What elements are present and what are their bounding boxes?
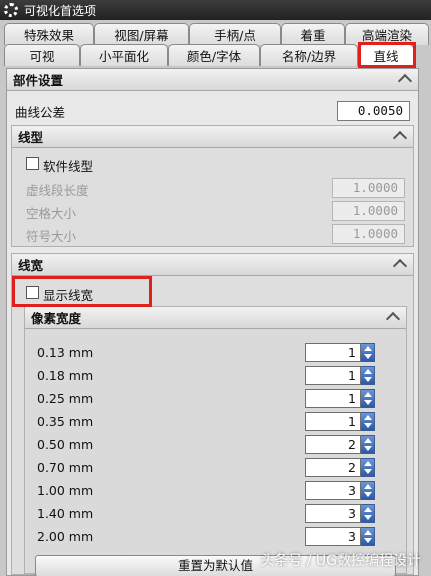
spinner-value[interactable]: 2 <box>305 435 361 454</box>
collapse-chevron-icon[interactable] <box>386 310 400 324</box>
tab-emphasis[interactable]: 着重 <box>281 23 345 45</box>
spinner-value[interactable]: 2 <box>305 458 361 477</box>
width-row-spinner[interactable]: 3 <box>305 504 375 523</box>
curve-tolerance-label: 曲线公差 <box>15 105 66 120</box>
spinner-value[interactable]: 3 <box>305 504 361 523</box>
up-down-arrow-icon[interactable] <box>361 389 375 408</box>
show-line-width-label: 显示线宽 <box>43 288 94 303</box>
software-linetype-checkbox[interactable] <box>26 157 39 170</box>
width-row-label: 0.25 mm <box>37 391 94 406</box>
tab-handles-points[interactable]: 手柄/点 <box>189 23 281 45</box>
symbol-size-field[interactable]: 1.0000 <box>332 224 405 244</box>
up-down-arrow-icon[interactable] <box>361 527 375 546</box>
tab-lines[interactable]: 直线 <box>358 44 414 66</box>
show-line-width-checkbox[interactable] <box>26 286 39 299</box>
line-type-header[interactable]: 线型 <box>12 126 413 148</box>
tab-faceting[interactable]: 小平面化 <box>80 44 168 66</box>
tab-names-borders[interactable]: 名称/边界 <box>260 44 358 66</box>
width-row-spinner[interactable]: 1 <box>305 343 375 362</box>
width-row-spinner[interactable]: 1 <box>305 389 375 408</box>
width-row-spinner[interactable]: 2 <box>305 435 375 454</box>
tab-row-1: 特殊效果 视图/屏幕 手柄/点 着重 高端渲染 <box>4 23 429 45</box>
width-row-spinner[interactable]: 3 <box>305 481 375 500</box>
up-down-arrow-icon[interactable] <box>361 435 375 454</box>
software-linetype-label: 软件线型 <box>43 159 94 174</box>
watermark: 头条号 / UG数控编程设计 <box>260 553 421 569</box>
tab-special-effects[interactable]: 特殊效果 <box>4 23 94 45</box>
line-width-title: 线宽 <box>18 258 44 273</box>
spinner-value[interactable]: 1 <box>305 366 361 385</box>
spinner-value[interactable]: 1 <box>305 389 361 408</box>
width-row-spinner[interactable]: 1 <box>305 366 375 385</box>
tab-color-font[interactable]: 颜色/字体 <box>168 44 260 66</box>
part-settings-header[interactable]: 部件设置 <box>7 69 418 91</box>
spinner-value[interactable]: 1 <box>305 343 361 362</box>
width-row-spinner[interactable]: 1 <box>305 412 375 431</box>
pixel-width-group: 像素宽度 0.13 mm 1 0.18 mm 1 0.25 mm 1 0.35 … <box>24 306 407 576</box>
width-row-label: 0.35 mm <box>37 414 94 429</box>
up-down-arrow-icon[interactable] <box>361 504 375 523</box>
pixel-width-header[interactable]: 像素宽度 <box>25 307 406 329</box>
line-type-group: 线型 软件线型 虚线段长度 1.0000 空格大小 1.0000 符号大小 1.… <box>11 125 414 247</box>
width-row-label: 0.70 mm <box>37 460 94 475</box>
tab-visual[interactable]: 可视 <box>4 44 80 66</box>
dash-length-label: 虚线段长度 <box>26 183 89 198</box>
width-row-label: 0.18 mm <box>37 368 94 383</box>
line-type-title: 线型 <box>18 130 44 145</box>
width-row-label: 1.00 mm <box>37 483 94 498</box>
up-down-arrow-icon[interactable] <box>361 343 375 362</box>
tab-view-screen[interactable]: 视图/屏幕 <box>94 23 189 45</box>
collapse-chevron-icon[interactable] <box>393 257 407 271</box>
tab-area: 特殊效果 视图/屏幕 手柄/点 着重 高端渲染 可视 小平面化 颜色/字体 名称… <box>0 20 431 68</box>
up-down-arrow-icon[interactable] <box>361 481 375 500</box>
main-panel: 部件设置 曲线公差 0.0050 线型 软件线型 虚线段长度 1.0000 空格… <box>6 68 419 576</box>
gear-icon[interactable] <box>4 3 18 17</box>
collapse-chevron-icon[interactable] <box>393 129 407 143</box>
up-down-arrow-icon[interactable] <box>361 458 375 477</box>
space-size-field[interactable]: 1.0000 <box>332 201 405 221</box>
symbol-size-label: 符号大小 <box>26 229 77 244</box>
width-row-label: 2.00 mm <box>37 529 94 544</box>
spinner-value[interactable]: 3 <box>305 527 361 546</box>
width-row-label: 0.50 mm <box>37 437 94 452</box>
tab-high-end-render[interactable]: 高端渲染 <box>345 23 429 45</box>
up-down-arrow-icon[interactable] <box>361 412 375 431</box>
scrollbar[interactable] <box>419 68 431 576</box>
width-row-spinner[interactable]: 3 <box>305 527 375 546</box>
collapse-chevron-icon[interactable] <box>398 72 412 86</box>
line-width-group: 线宽 显示线宽 像素宽度 0.13 mm 1 0.18 mm 1 0.25 mm <box>11 253 414 576</box>
window-title: 可视化首选项 <box>24 3 97 18</box>
spinner-value[interactable]: 3 <box>305 481 361 500</box>
space-size-label: 空格大小 <box>26 206 77 221</box>
tab-row-2: 可视 小平面化 颜色/字体 名称/边界 直线 <box>4 44 414 66</box>
up-down-arrow-icon[interactable] <box>361 366 375 385</box>
dash-length-field[interactable]: 1.0000 <box>332 178 405 198</box>
spinner-value[interactable]: 1 <box>305 412 361 431</box>
pixel-width-title: 像素宽度 <box>31 311 82 326</box>
curve-tolerance-field[interactable]: 0.0050 <box>337 101 410 121</box>
line-width-header[interactable]: 线宽 <box>12 254 413 276</box>
width-row-label: 0.13 mm <box>37 345 94 360</box>
title-bar: 可视化首选项 <box>0 0 431 20</box>
width-row-spinner[interactable]: 2 <box>305 458 375 477</box>
width-row-label: 1.40 mm <box>37 506 94 521</box>
part-settings-title: 部件设置 <box>13 73 64 88</box>
